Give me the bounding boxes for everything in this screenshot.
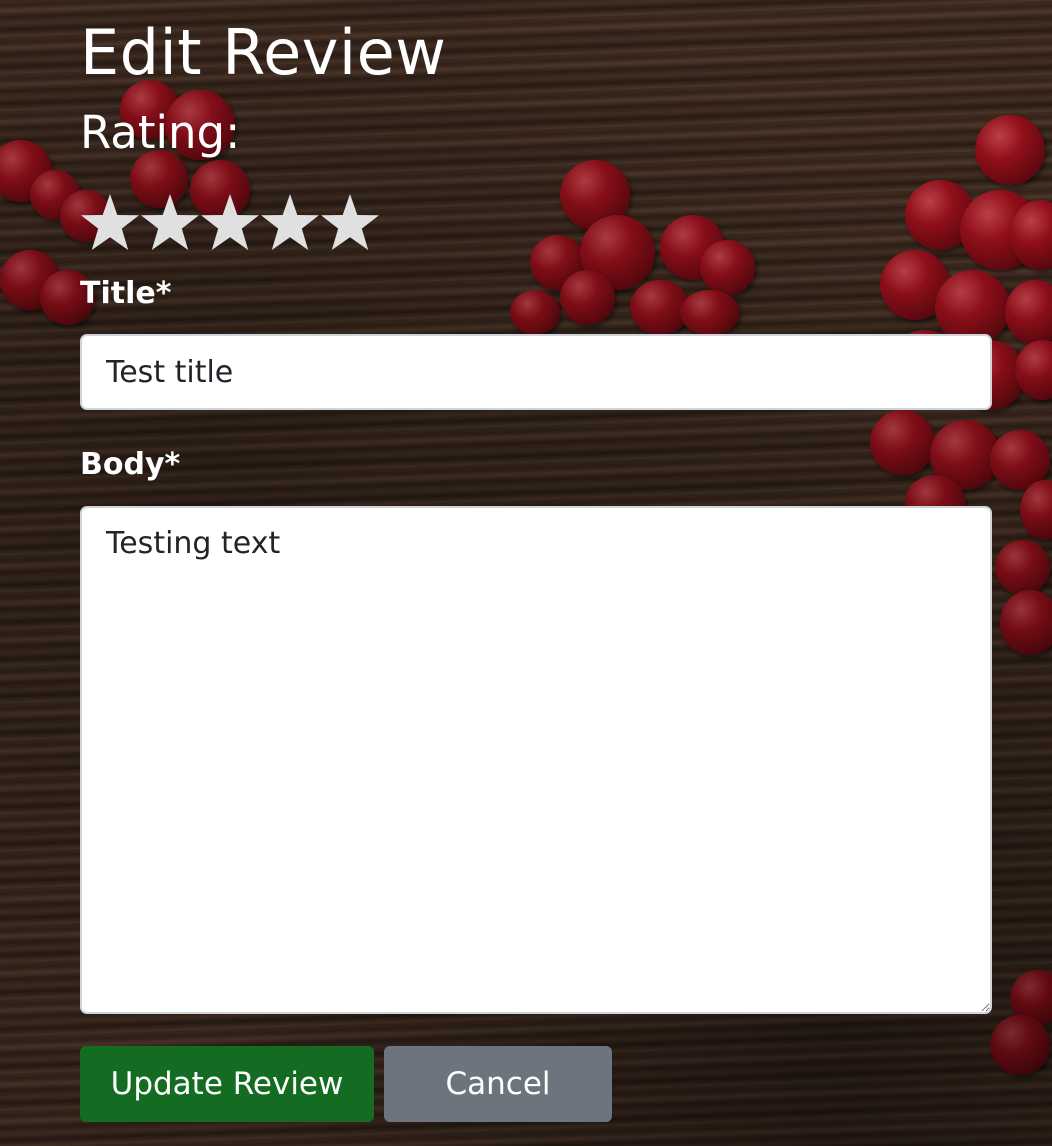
- star-rating: [80, 190, 380, 256]
- star-5-icon[interactable]: [320, 190, 380, 256]
- title-input[interactable]: [80, 334, 992, 410]
- star-4-icon[interactable]: [260, 190, 320, 256]
- page-title: Edit Review: [80, 16, 447, 89]
- update-review-button[interactable]: Update Review: [80, 1046, 374, 1122]
- title-label: Title*: [80, 276, 172, 311]
- star-1-icon[interactable]: [80, 190, 140, 256]
- body-label: Body*: [80, 447, 181, 482]
- star-3-icon[interactable]: [200, 190, 260, 256]
- cancel-button[interactable]: Cancel: [384, 1046, 612, 1122]
- rating-label: Rating:: [80, 106, 241, 159]
- star-2-icon[interactable]: [140, 190, 200, 256]
- body-textarea[interactable]: Testing text: [80, 506, 992, 1014]
